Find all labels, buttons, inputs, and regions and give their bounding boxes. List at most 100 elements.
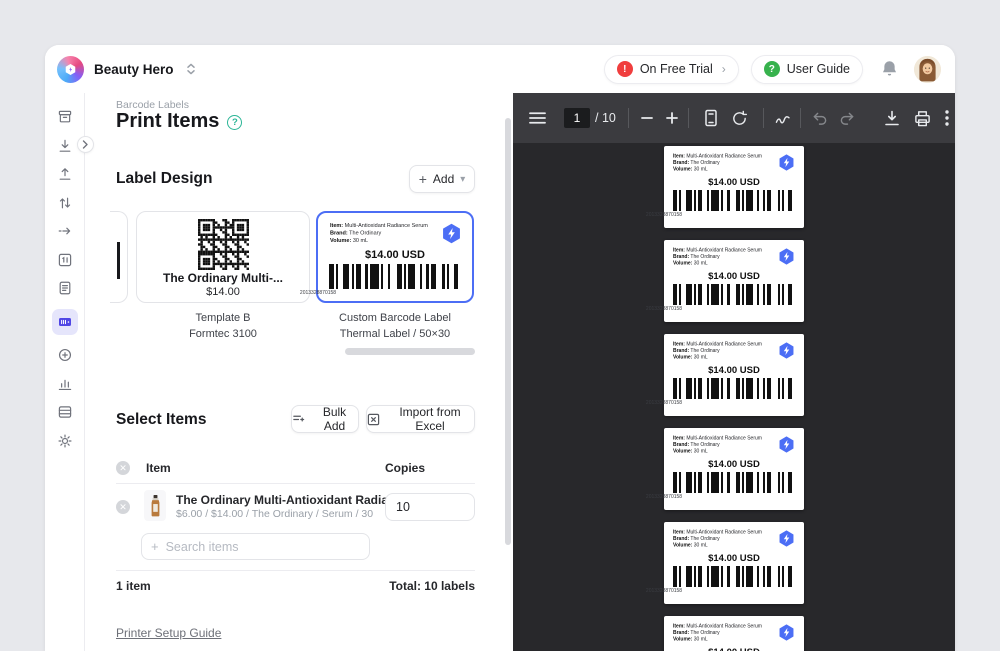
settings-gear-icon (59, 435, 71, 447)
rotate-icon[interactable] (731, 93, 748, 143)
hexagon-logo-icon (777, 529, 796, 548)
barcode-label-preview: Item: Multi-Antioxidant Radiance Serum B… (664, 146, 804, 228)
hexagon-logo-icon (777, 247, 796, 266)
page-number-input[interactable] (564, 108, 590, 128)
template-carousel: The Ordinary Multi-... $14.00 Item: Mult… (85, 211, 513, 303)
sidebar-item-receive[interactable] (52, 138, 78, 154)
sidebar-item-inventory[interactable] (52, 404, 78, 420)
plus-icon: + (419, 171, 427, 187)
download-icon (60, 140, 70, 151)
main-content: Barcode Labels Print Items ? Label Desig… (85, 93, 513, 651)
sidebar-item-ship[interactable] (52, 166, 78, 182)
barcode (673, 566, 795, 587)
sidebar-item-move[interactable] (52, 223, 78, 239)
barcode-fragment (117, 242, 120, 279)
top-bar: Beauty Hero ! On Free Trial › ? User Gui… (45, 45, 955, 93)
label-price: $14.00 USD (664, 553, 804, 564)
sidebar-nav (45, 93, 85, 651)
toolbar-divider (628, 108, 629, 128)
add-template-button[interactable]: + Add ▾ (409, 165, 475, 193)
upload-icon (60, 169, 70, 179)
pdf-menu-icon[interactable] (529, 93, 546, 143)
app-window: Beauty Hero ! On Free Trial › ? User Gui… (45, 45, 955, 651)
template-card-partial[interactable] (110, 211, 128, 303)
sidebar-item-notes[interactable] (52, 280, 78, 296)
sidebar-item-settings[interactable] (52, 433, 78, 449)
label-design-heading: Label Design (116, 170, 212, 188)
print-icon[interactable] (914, 93, 931, 143)
pdf-page-area[interactable]: Item: Multi-Antioxidant Radiance Serum B… (513, 143, 955, 651)
sidebar-item-ledger[interactable] (52, 252, 78, 268)
template-card-custom-selected[interactable]: Item: Multi-Antioxidant Radiance Serum B… (316, 211, 474, 303)
printer-setup-guide-link[interactable]: Printer Setup Guide (116, 626, 221, 640)
transfer-icon (60, 198, 69, 208)
excel-icon (367, 413, 380, 426)
more-options-icon[interactable] (945, 93, 949, 143)
horizontal-scrollbar[interactable] (345, 348, 475, 355)
hexagon-logo-icon (440, 222, 463, 245)
help-icon[interactable]: ? (227, 115, 242, 130)
hexagon-logo-icon (777, 435, 796, 454)
item-subtitle: $6.00 / $14.00 / The Ordinary / Serum / … (176, 508, 373, 520)
import-from-excel-button[interactable]: Import from Excel (366, 405, 475, 433)
undo-icon[interactable] (812, 93, 828, 143)
zoom-out-icon[interactable] (640, 93, 654, 143)
ledger-icon (62, 257, 66, 261)
workspace-selector-icon[interactable] (186, 63, 196, 75)
toolbar-divider (763, 108, 764, 128)
notifications-bell-icon[interactable] (881, 60, 898, 78)
barcode-label-preview: Item: Multi-Antioxidant Radiance Serum B… (664, 428, 804, 510)
chart-icon (59, 380, 70, 389)
barcode (673, 472, 795, 493)
brand-logo-icon[interactable] (57, 56, 84, 83)
bulk-add-icon (292, 413, 305, 426)
barcode-number: 2013328870158 (594, 212, 734, 218)
user-guide-button[interactable]: ? User Guide (751, 55, 863, 84)
divider (116, 570, 475, 571)
user-avatar[interactable] (914, 56, 941, 83)
template-b-caption: Template B Formtec 3100 (136, 311, 310, 342)
vertical-scrollbar[interactable] (505, 118, 511, 545)
chevron-down-icon: ▾ (460, 174, 465, 185)
sidebar-expand-button[interactable] (77, 136, 94, 153)
search-items-box[interactable]: + (141, 533, 370, 560)
divider (116, 483, 475, 484)
fit-page-icon[interactable] (703, 93, 719, 143)
remove-item-icon[interactable]: ✕ (116, 500, 130, 514)
label-price: $14.00 USD (318, 249, 472, 261)
column-copies: Copies (385, 461, 425, 475)
alert-icon: ! (617, 61, 633, 77)
qr-code (198, 219, 249, 275)
bulk-add-button[interactable]: Bulk Add (291, 405, 359, 433)
pdf-preview-panel: / 10 Item: Multi-Antioxidant Radiance Se… (513, 93, 955, 651)
plus-icon: + (151, 539, 159, 554)
question-icon: ? (764, 61, 780, 77)
download-icon[interactable] (884, 93, 900, 143)
search-items-input[interactable] (166, 540, 360, 554)
barcode-label-preview: Item: Multi-Antioxidant Radiance Serum B… (664, 522, 804, 604)
sidebar-item-transfer[interactable] (52, 195, 78, 211)
column-item: Item (146, 461, 171, 475)
sidebar-item-packages[interactable] (52, 109, 78, 125)
labels-total: Total: 10 labels (345, 579, 475, 593)
barcode-label-preview: Item: Multi-Antioxidant Radiance Serum B… (664, 334, 804, 416)
sidebar-item-barcode-labels[interactable] (52, 309, 78, 335)
label-price: $14.00 USD (664, 459, 804, 470)
workspace-name[interactable]: Beauty Hero (94, 62, 174, 77)
sidebar-item-reports[interactable] (52, 376, 78, 392)
barcode-number: 2013328870158 (241, 290, 395, 296)
free-trial-badge[interactable]: ! On Free Trial › (604, 55, 739, 84)
chevron-right-icon (84, 141, 88, 148)
zoom-in-icon[interactable] (665, 93, 679, 143)
barcode-label-preview: Item: Multi-Antioxidant Radiance Serum B… (664, 240, 804, 322)
page-title: Print Items (116, 110, 219, 133)
copies-input[interactable] (385, 493, 475, 521)
clear-all-icon[interactable]: ✕ (116, 461, 130, 475)
redo-icon[interactable] (839, 93, 855, 143)
sidebar-item-add[interactable] (52, 347, 78, 363)
annotate-icon[interactable] (775, 93, 792, 143)
barcode-number: 2013328870158 (594, 306, 734, 312)
barcode (673, 378, 795, 399)
add-circle-icon (62, 353, 66, 357)
product-thumbnail (144, 490, 166, 521)
